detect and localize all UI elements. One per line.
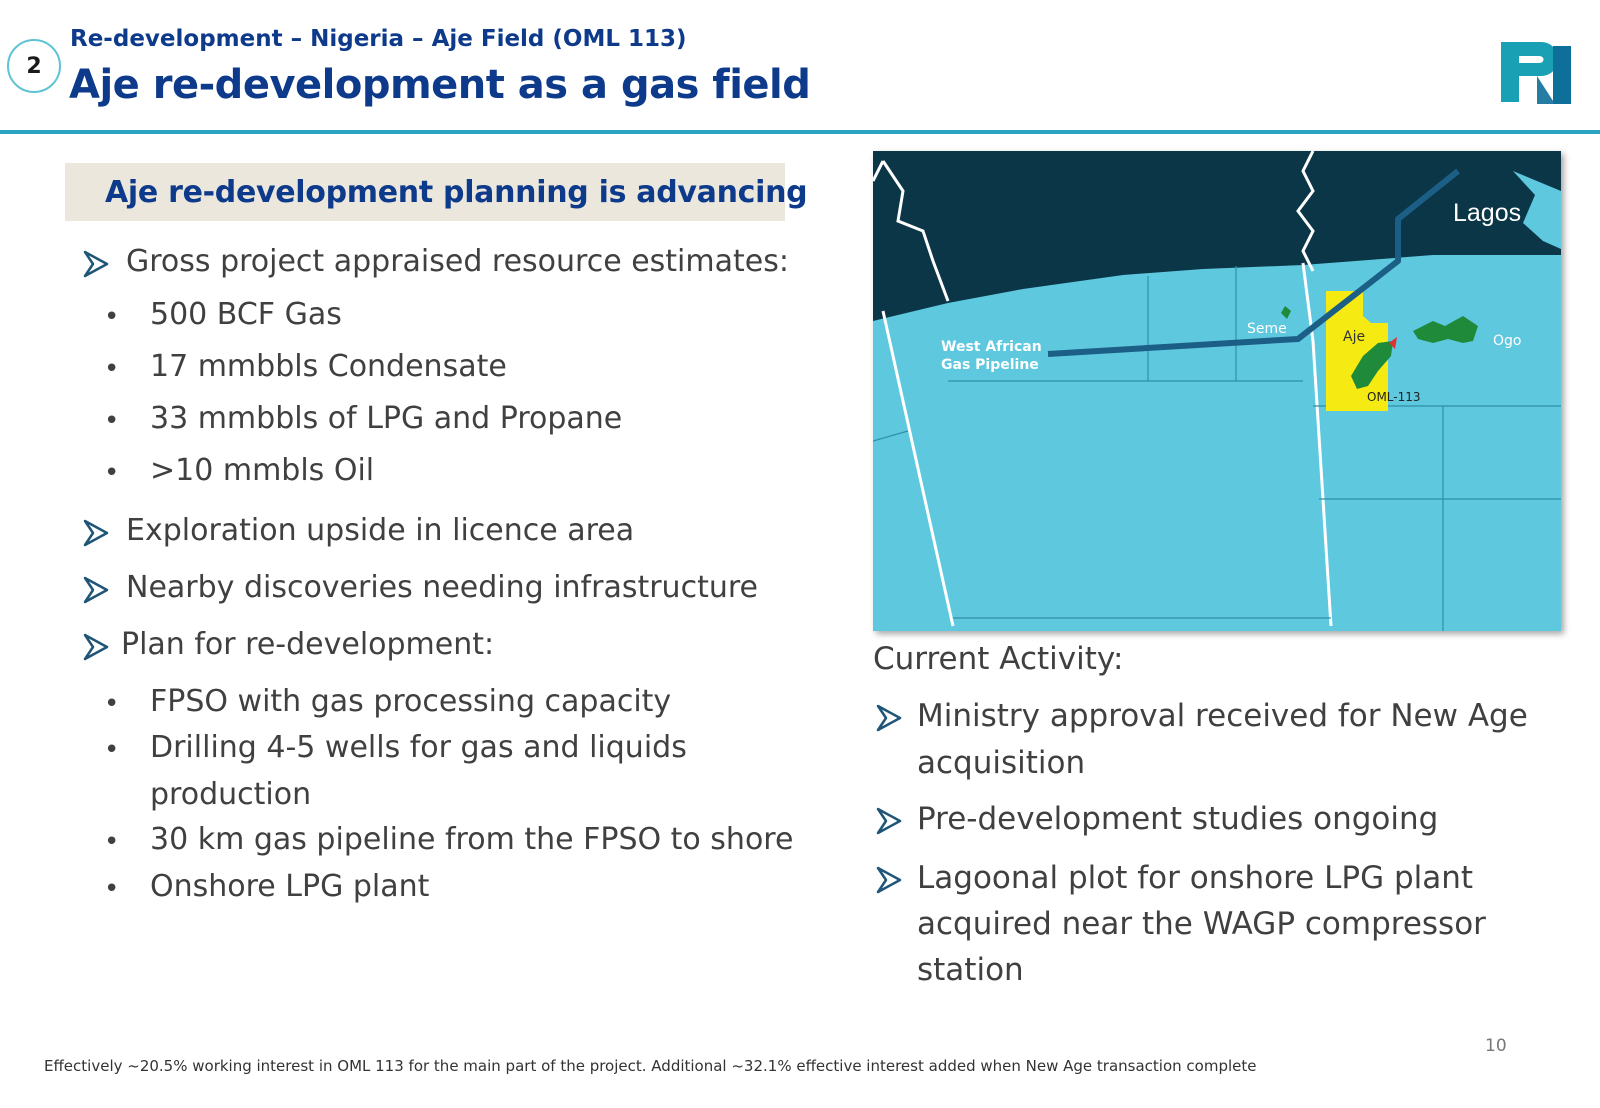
plan-item: FPSO with gas processing capacity xyxy=(150,684,672,719)
header-divider xyxy=(0,130,1600,134)
pipeline-label-line2: Gas Pipeline xyxy=(941,357,1039,373)
arrow-bullet-icon xyxy=(83,519,109,547)
bullet-dot: • xyxy=(104,874,120,904)
bullet-dot: • xyxy=(104,827,120,857)
activity-item-continuation: acquired near the WAGP compressor xyxy=(917,906,1486,942)
bullet-dot: • xyxy=(104,735,120,765)
bullet-dot: • xyxy=(104,302,120,332)
nearby-discoveries-item: Nearby discoveries needing infrastructur… xyxy=(126,570,758,605)
plan-item: 30 km gas pipeline from the FPSO to shor… xyxy=(150,822,794,857)
arrow-bullet-icon xyxy=(876,704,902,732)
bullet-dot: • xyxy=(104,354,120,384)
page-number: 10 xyxy=(1485,1036,1507,1056)
bullet-dot: • xyxy=(104,406,120,436)
pipeline-label-line1: West African xyxy=(941,339,1042,355)
bullet-dot: • xyxy=(104,689,120,719)
plan-heading: Plan for re-development: xyxy=(121,627,495,662)
slide-title: Aje re-development as a gas field xyxy=(69,62,811,108)
activity-item: Pre-development studies ongoing xyxy=(917,801,1439,837)
plan-item: Onshore LPG plant xyxy=(150,869,430,904)
resource-item: 33 mmbbls of LPG and Propane xyxy=(150,401,623,436)
resource-item: >10 mmbls Oil xyxy=(150,453,375,488)
plan-item-continuation: production xyxy=(150,777,312,812)
activity-item: Lagoonal plot for onshore LPG plant xyxy=(917,860,1474,896)
bullet-dot: • xyxy=(104,458,120,488)
arrow-bullet-icon xyxy=(83,576,109,604)
resource-item: 500 BCF Gas xyxy=(150,297,342,332)
slide-header: 2 Re-development – Nigeria – Aje Field (… xyxy=(0,0,1600,136)
arrow-bullet-icon xyxy=(876,807,902,835)
section-banner: Aje re-development planning is advancing xyxy=(65,163,808,221)
slide-subtitle: Re-development – Nigeria – Aje Field (OM… xyxy=(70,26,687,52)
arrow-bullet-icon xyxy=(83,250,109,278)
activity-item: Ministry approval received for New Age xyxy=(917,698,1528,734)
oml113-location-map: Lagos West African Gas Pipeline Seme Aje… xyxy=(873,151,1561,631)
company-logo xyxy=(1501,42,1571,104)
resource-item: 17 mmbbls Condensate xyxy=(150,349,507,384)
plan-item: Drilling 4-5 wells for gas and liquids xyxy=(150,730,687,765)
exploration-item: Exploration upside in licence area xyxy=(126,513,635,548)
arrow-bullet-icon xyxy=(83,633,109,661)
oml113-label: OML-113 xyxy=(1367,390,1421,404)
gross-resources-heading: Gross project appraised resource estimat… xyxy=(126,244,789,279)
banner-text: Aje re-development planning is advancing xyxy=(105,174,808,210)
activity-item-continuation: station xyxy=(917,952,1024,988)
aje-label: Aje xyxy=(1343,329,1365,345)
lagos-label: Lagos xyxy=(1453,199,1521,227)
arrow-bullet-icon xyxy=(876,866,902,894)
ogo-label: Ogo xyxy=(1493,333,1521,349)
section-number-badge: 2 xyxy=(7,39,61,93)
current-activity-heading: Current Activity: xyxy=(873,641,1124,677)
activity-item-continuation: acquisition xyxy=(917,745,1086,781)
seme-label: Seme xyxy=(1247,321,1287,337)
footnote: Effectively ~20.5% working interest in O… xyxy=(44,1057,1257,1075)
